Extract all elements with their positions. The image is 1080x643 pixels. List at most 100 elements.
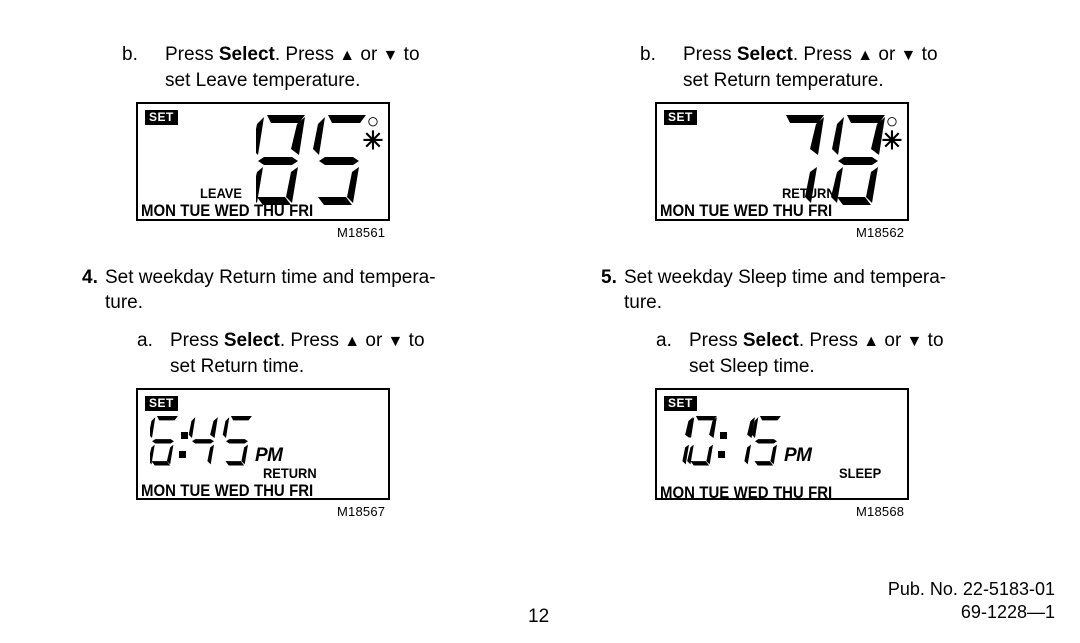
or-word: or xyxy=(879,330,907,351)
lcd-mode-label-return: RETURN xyxy=(782,185,836,201)
day-fri: FRI xyxy=(808,201,833,220)
snowflake-icon: ✳ xyxy=(362,127,384,155)
down-arrow-icon: ▼ xyxy=(906,333,923,350)
left-substep-b-letter: b. xyxy=(122,44,138,65)
day-fri: FRI xyxy=(289,201,314,220)
press-word-2: . Press xyxy=(798,330,864,351)
publication-info: Pub. No. 22-5183-01 69-1228—1 xyxy=(755,578,1055,624)
day-wed: WED xyxy=(214,481,250,500)
up-arrow-icon: ▲ xyxy=(344,333,361,350)
day-thu: THU xyxy=(253,201,285,220)
down-arrow-icon: ▼ xyxy=(900,47,917,64)
set-badge: SET xyxy=(664,396,697,411)
seven-segment-svg xyxy=(251,115,366,205)
select-button-name: Select xyxy=(736,44,793,65)
day-fri: FRI xyxy=(808,483,833,502)
select-button-name: Select xyxy=(223,330,280,351)
figure-id-m18561: M18561 xyxy=(337,225,386,240)
figure-id-m18567: M18567 xyxy=(337,504,386,519)
set-badge: SET xyxy=(145,110,178,125)
meridiem-label-pm: PM xyxy=(784,445,812,466)
day-wed: WED xyxy=(733,483,769,502)
day-wed: WED xyxy=(214,201,250,220)
select-button-name: Select xyxy=(218,44,275,65)
press-word: Press xyxy=(165,44,219,65)
right-substep-b-line2: set Return temperature. xyxy=(683,70,884,91)
day-tue: TUE xyxy=(699,201,730,220)
select-button-name: Select xyxy=(742,330,799,351)
day-thu: THU xyxy=(253,481,285,500)
step-5-line2: ture. xyxy=(624,292,663,313)
lcd-display-return-temperature: SET ○ ✳ RETURN MON TUE WED THU FRI xyxy=(655,102,909,221)
seven-segment-temperature-85 xyxy=(251,113,374,212)
day-mon: MON xyxy=(141,481,176,500)
press-word-2: . Press xyxy=(274,44,340,65)
down-arrow-icon: ▼ xyxy=(387,333,404,350)
lcd-mode-label-sleep: SLEEP xyxy=(839,465,882,481)
page-number: 12 xyxy=(528,606,550,627)
day-thu: THU xyxy=(772,483,804,502)
figure-id-m18562: M18562 xyxy=(856,225,905,240)
day-tue: TUE xyxy=(180,481,211,500)
step-4-line2: ture. xyxy=(105,292,144,313)
snowflake-icon: ✳ xyxy=(881,127,903,155)
lcd-days-row: MON TUE WED THU FRI xyxy=(660,484,832,501)
to-word: to xyxy=(922,330,944,351)
day-wed: WED xyxy=(733,201,769,220)
press-word-2: . Press xyxy=(792,44,858,65)
day-fri: FRI xyxy=(289,481,314,500)
left-substep-a-line1: Press Select. Press ▲ or ▼ to xyxy=(170,328,510,355)
day-mon: MON xyxy=(141,201,176,220)
lcd-display-sleep-time: SET PM SLEEP MON TUE WED THU FRI xyxy=(655,388,909,501)
press-word-2: . Press xyxy=(279,330,345,351)
up-arrow-icon: ▲ xyxy=(863,333,880,350)
step-4-number: 4. xyxy=(82,267,98,288)
day-mon: MON xyxy=(660,201,695,220)
or-word: or xyxy=(355,44,383,65)
lcd-display-leave-temperature: SET ○ ✳ LEAVE MON TUE WED THU FRI xyxy=(136,102,390,221)
step-5-line1: Set weekday Sleep time and tempera- xyxy=(624,267,947,288)
step-5-number: 5. xyxy=(601,267,617,288)
left-substep-b-letter-wrap: b. xyxy=(122,42,138,68)
right-substep-a-letter: a. xyxy=(656,330,672,351)
lcd-days-row: MON TUE WED THU FRI xyxy=(660,202,832,219)
up-arrow-icon: ▲ xyxy=(339,47,356,64)
to-word: to xyxy=(398,44,420,65)
lcd-mode-label-return: RETURN xyxy=(263,465,317,481)
pub-form-line: 69-1228—1 xyxy=(960,602,1055,622)
lcd-display-return-time: SET PM RETURN MON TUE WED THU FRI xyxy=(136,388,390,500)
day-tue: TUE xyxy=(180,201,211,220)
colon-separator xyxy=(179,432,188,458)
right-substep-b-letter: b. xyxy=(640,44,656,65)
or-word: or xyxy=(360,330,388,351)
lcd-days-row: MON TUE WED THU FRI xyxy=(141,482,313,499)
right-substep-a-line2: set Sleep time. xyxy=(689,356,815,377)
figure-id-m18568: M18568 xyxy=(856,504,905,519)
manual-page: b. Press Select. Press ▲ or ▼ to set Lea… xyxy=(0,0,1080,643)
left-substep-b-line1: Press Select. Press ▲ or ▼ to xyxy=(165,42,505,69)
day-mon: MON xyxy=(660,483,695,502)
left-substep-b-line2: set Leave temperature. xyxy=(165,70,361,91)
press-word: Press xyxy=(170,330,224,351)
down-arrow-icon: ▼ xyxy=(382,47,399,64)
press-word: Press xyxy=(689,330,743,351)
press-word: Press xyxy=(683,44,737,65)
set-badge: SET xyxy=(145,396,178,411)
pub-number-line: Pub. No. 22-5183-01 xyxy=(887,579,1055,599)
temperature-unit-symbols: ○ ✳ xyxy=(360,111,386,155)
left-substep-a-letter: a. xyxy=(137,330,153,351)
right-substep-a-line1: Press Select. Press ▲ or ▼ to xyxy=(689,328,1029,355)
lcd-days-row: MON TUE WED THU FRI xyxy=(141,202,313,219)
to-word: to xyxy=(403,330,425,351)
colon-separator xyxy=(718,432,727,458)
left-substep-a-line2: set Return time. xyxy=(170,356,305,377)
step-4-line1: Set weekday Return time and tempera- xyxy=(105,267,436,288)
set-badge: SET xyxy=(664,110,697,125)
up-arrow-icon: ▲ xyxy=(857,47,874,64)
to-word: to xyxy=(916,44,938,65)
meridiem-label-pm: PM xyxy=(255,445,283,466)
or-word: or xyxy=(873,44,901,65)
temperature-unit-symbols: ○ ✳ xyxy=(879,111,905,155)
lcd-mode-label-leave: LEAVE xyxy=(200,185,242,201)
day-thu: THU xyxy=(772,201,804,220)
